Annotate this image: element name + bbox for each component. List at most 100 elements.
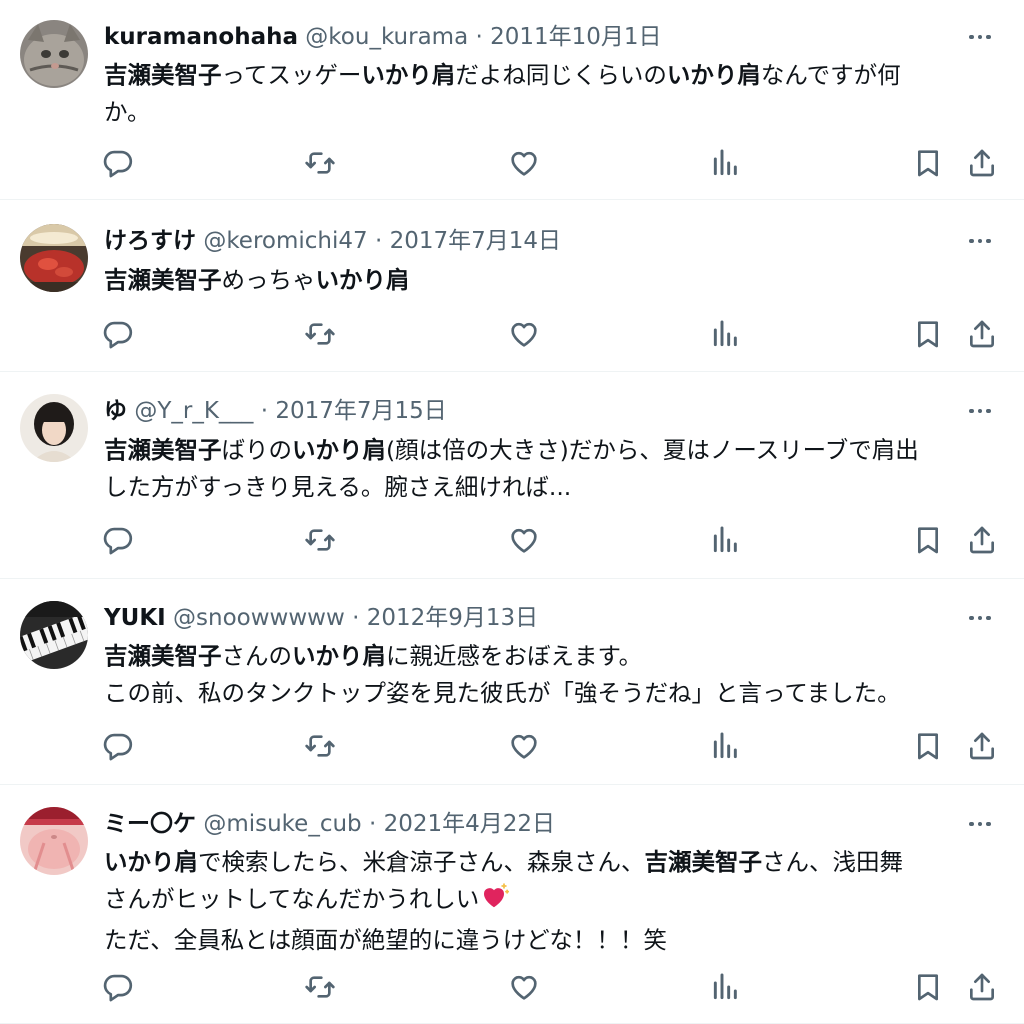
share-button[interactable]: [966, 318, 998, 350]
bookmark-icon: [912, 147, 944, 179]
more-icon[interactable]: [964, 396, 996, 426]
tweet-date[interactable]: 2011年10月1日: [490, 24, 661, 50]
views-icon: [710, 730, 742, 762]
avatar[interactable]: [20, 20, 88, 88]
highlighted-keyword: 吉瀬美智子: [104, 642, 222, 670]
avatar[interactable]: [20, 394, 88, 462]
text-segment: で検索したら、米倉涼子さん、森泉さん、: [198, 848, 645, 876]
retweet-button[interactable]: [304, 971, 336, 1003]
tweet-text-line: この前、私のタンクトップ姿を見た彼氏が「強そうだね」と言ってました。: [104, 675, 1009, 712]
avatar[interactable]: [20, 807, 88, 875]
reply-button[interactable]: [102, 524, 134, 556]
text-segment: ばりの: [221, 436, 293, 464]
like-button[interactable]: [508, 318, 540, 350]
views-icon: [710, 147, 742, 179]
bookmark-icon: [912, 730, 944, 762]
tweet-text: 吉瀬美智子めっちゃいかり肩: [104, 262, 1009, 299]
tweet-text-line: した方がすっきり見える。腕さえ細ければ...: [104, 469, 1009, 506]
highlighted-keyword: いかり肩: [666, 61, 761, 89]
views-icon: [710, 318, 742, 350]
separator-dot: ·: [253, 398, 276, 424]
tweet-date[interactable]: 2017年7月15日: [275, 398, 446, 424]
text-segment: なんですが何: [760, 61, 901, 89]
reply-button[interactable]: [102, 730, 134, 762]
more-icon[interactable]: [964, 226, 996, 256]
more-icon[interactable]: [964, 22, 996, 52]
retweet-button[interactable]: [304, 318, 336, 350]
share-button[interactable]: [966, 730, 998, 762]
views-icon: [710, 971, 742, 1003]
more-icon[interactable]: [964, 809, 996, 839]
like-icon: [508, 318, 540, 350]
avatar[interactable]: [20, 224, 88, 292]
tweet-text: 吉瀬美智子さんのいかり肩に親近感をおぼえます。 この前、私のタンクトップ姿を見た彼…: [104, 638, 1009, 712]
like-button[interactable]: [508, 524, 540, 556]
tweet-date[interactable]: 2017年7月14日: [390, 228, 561, 254]
views-button[interactable]: [710, 147, 742, 179]
share-button[interactable]: [966, 147, 998, 179]
reply-button[interactable]: [102, 971, 134, 1003]
like-button[interactable]: [508, 971, 540, 1003]
share-button[interactable]: [966, 524, 998, 556]
text-segment: さんがヒットしてなんだかうれしい: [104, 885, 480, 913]
highlighted-keyword: いかり肩: [315, 266, 410, 294]
bookmark-button[interactable]: [912, 318, 944, 350]
retweet-button[interactable]: [304, 524, 336, 556]
more-icon[interactable]: [964, 603, 996, 633]
highlighted-keyword: いかり肩: [104, 848, 198, 876]
share-icon: [966, 524, 998, 556]
like-icon: [508, 730, 540, 762]
reply-button[interactable]: [102, 147, 134, 179]
share-icon: [966, 318, 998, 350]
text-segment: (顔は倍の大きさ)だから、夏はノースリーブで肩出: [386, 436, 919, 464]
text-segment: さんの: [221, 642, 293, 670]
reply-button[interactable]: [102, 318, 134, 350]
bookmark-button[interactable]: [912, 147, 944, 179]
user-handle[interactable]: @snoowwwww: [173, 605, 345, 631]
highlighted-keyword: 吉瀬美智子: [104, 61, 222, 89]
tweet-text: いかり肩で検索したら、米倉涼子さん、森泉さん、吉瀬美智子さん、浅田舞さんがヒット…: [104, 844, 1009, 959]
bookmark-button[interactable]: [912, 971, 944, 1003]
views-button[interactable]: [710, 524, 742, 556]
highlighted-keyword: 吉瀬美智子: [104, 436, 222, 464]
like-button[interactable]: [508, 730, 540, 762]
text-segment: ただ、全員私とは顔面が絶望的に違うけどな！！！笑: [104, 926, 667, 954]
retweet-icon: [304, 318, 336, 350]
share-button[interactable]: [966, 971, 998, 1003]
retweet-button[interactable]: [304, 147, 336, 179]
avatar[interactable]: [20, 601, 88, 669]
bookmark-button[interactable]: [912, 524, 944, 556]
tweet-header: ミー〇ケ @misuke_cub · 2021年4月22日: [104, 809, 954, 839]
bookmark-button[interactable]: [912, 730, 944, 762]
tweet-header: YUKI @snoowwwww · 2012年9月13日: [104, 603, 954, 633]
user-handle[interactable]: @keromichi47: [203, 228, 367, 254]
tweet-date[interactable]: 2012年9月13日: [367, 605, 538, 631]
retweet-icon: [304, 730, 336, 762]
tweet-text-line: いかり肩で検索したら、米倉涼子さん、森泉さん、吉瀬美智子さん、浅田舞: [104, 844, 1009, 881]
user-name[interactable]: kuramanohaha: [104, 24, 298, 50]
highlighted-keyword: いかり肩: [292, 436, 386, 464]
reply-icon: [102, 147, 134, 179]
text-segment: か。: [104, 98, 151, 126]
tweet-text-line: 吉瀬美智子ってスッゲーいかり肩だよね同じくらいのいかり肩なんですが何: [104, 57, 1009, 94]
text-segment: だよね同じくらいの: [455, 61, 667, 89]
user-handle[interactable]: @kou_kurama: [305, 24, 468, 50]
views-button[interactable]: [710, 318, 742, 350]
views-button[interactable]: [710, 730, 742, 762]
reply-icon: [102, 971, 134, 1003]
user-handle[interactable]: @misuke_cub: [203, 811, 361, 837]
retweet-icon: [304, 524, 336, 556]
separator-dot: ·: [367, 228, 390, 254]
user-name[interactable]: ゆ: [104, 398, 127, 424]
user-name[interactable]: YUKI: [104, 605, 166, 631]
retweet-button[interactable]: [304, 730, 336, 762]
text-segment: めっちゃ: [221, 266, 316, 294]
user-handle[interactable]: @Y_r_K___: [134, 398, 253, 424]
user-name[interactable]: けろすけ: [104, 228, 196, 254]
like-button[interactable]: [508, 147, 540, 179]
tweet-date[interactable]: 2021年4月22日: [384, 811, 555, 837]
retweet-icon: [304, 971, 336, 1003]
views-button[interactable]: [710, 971, 742, 1003]
user-name[interactable]: ミー〇ケ: [104, 811, 196, 837]
text-segment: に親近感をおぼえます。: [386, 642, 643, 670]
